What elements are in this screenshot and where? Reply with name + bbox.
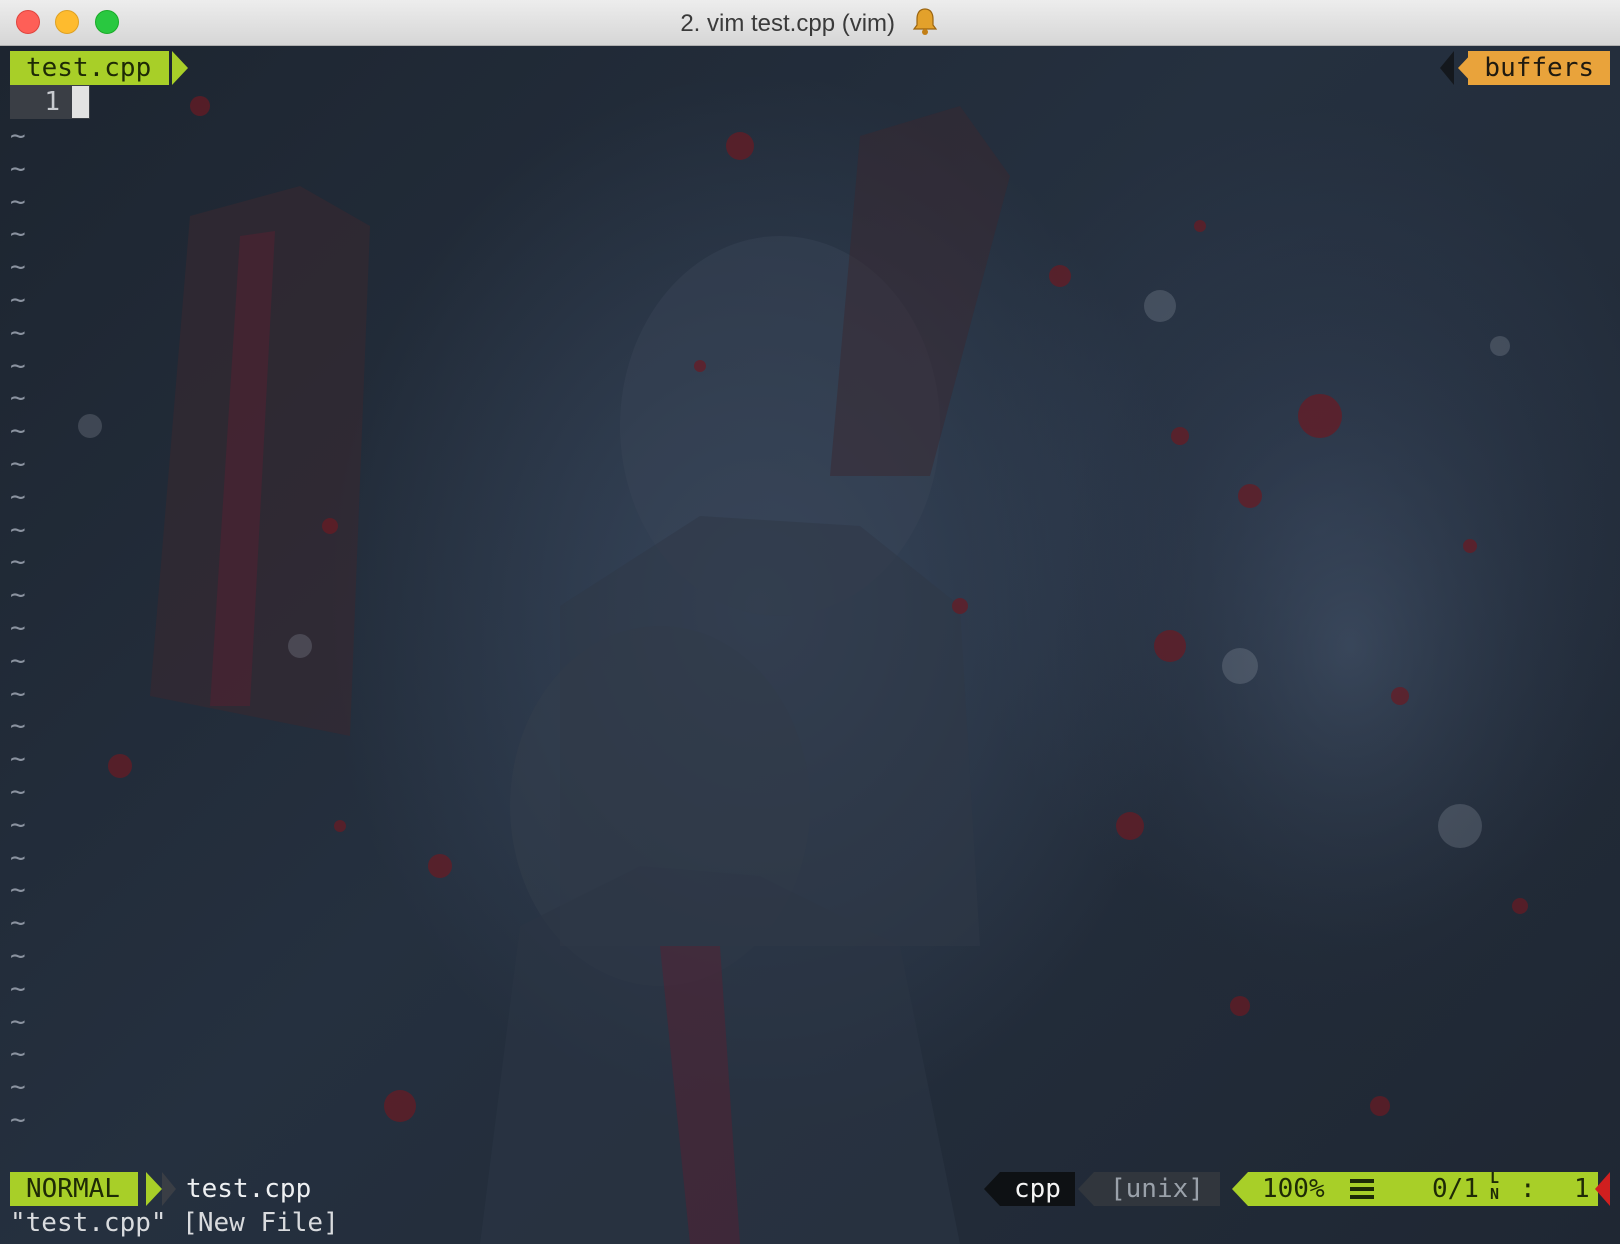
empty-line-marker: ~ — [10, 186, 26, 217]
empty-line-marker: ~ — [10, 1072, 26, 1103]
empty-line-marker: ~ — [10, 1006, 26, 1037]
window-title-container: 2. vim test.cpp (vim) — [0, 6, 1620, 38]
empty-line-marker: ~ — [10, 121, 26, 151]
status-filename: test.cpp — [186, 1174, 312, 1204]
buffers-label[interactable]: buffers — [1468, 51, 1610, 85]
terminal-window[interactable]: test.cpp buffers 1 ~ ~ ~ ~ ~ ~ ~ ~ ~ ~ ~ ~ ~ ~ ~ ~ ~ ~ ~ ~ ~… — [0, 46, 1620, 1244]
empty-line-marker: ~ — [10, 580, 26, 611]
window-title: 2. vim test.cpp (vim) — [680, 10, 896, 37]
line-number-icon: LN — [1490, 1170, 1502, 1202]
column-indicator: 0/1 — [1432, 1174, 1479, 1204]
empty-line-marker: ~ — [10, 383, 26, 414]
empty-line-marker: ~ — [10, 777, 26, 807]
empty-line-marker: ~ — [10, 219, 26, 250]
position-separator-arrow — [1232, 1172, 1248, 1206]
empty-line-marker: ~ — [10, 809, 26, 840]
warning-arrow — [1595, 1172, 1610, 1206]
line-number: 1 — [44, 87, 60, 117]
tabline-separator-arrow — [172, 51, 188, 85]
empty-line-marker: ~ — [10, 317, 26, 348]
title-bar: 2. vim test.cpp (vim) — [0, 0, 1620, 46]
empty-line-marker: ~ — [10, 1105, 26, 1135]
mode-indicator: NORMAL — [10, 1172, 138, 1206]
empty-line-marker: ~ — [10, 973, 26, 1004]
filetype-separator-arrow — [984, 1172, 1000, 1206]
text-cursor[interactable] — [72, 86, 89, 118]
empty-line-marker: ~ — [10, 908, 26, 939]
command-message: "test.cpp" [New File] — [10, 1208, 339, 1238]
empty-line-marker: ~ — [10, 153, 26, 184]
empty-line-marker: ~ — [10, 678, 26, 709]
empty-line-marker: ~ — [10, 416, 26, 447]
mode-separator-arrow — [146, 1172, 162, 1206]
cursor-position-section: 100% 0/1 LN : 1 — [1248, 1170, 1598, 1206]
filetype-label: cpp — [1000, 1172, 1075, 1206]
empty-line-marker: ~ — [10, 744, 26, 775]
mode-shadow-arrow — [162, 1172, 176, 1206]
empty-line-marker: ~ — [10, 481, 26, 512]
current-line: 1 — [1574, 1174, 1590, 1204]
bell-icon — [912, 8, 937, 35]
fileformat-separator-arrow — [1078, 1172, 1094, 1206]
tabline-file[interactable]: test.cpp — [10, 51, 170, 85]
empty-line-marker: ~ — [10, 711, 26, 742]
empty-line-marker: ~ — [10, 252, 26, 283]
empty-line-marker: ~ — [10, 350, 26, 381]
ln-icon-text: LN — [1490, 1169, 1500, 1203]
empty-line-marker: ~ — [10, 514, 26, 545]
empty-line-marker: ~ — [10, 875, 26, 906]
empty-line-marker: ~ — [10, 842, 26, 873]
empty-line-marker: ~ — [10, 645, 26, 676]
empty-line-marker: ~ — [10, 449, 26, 479]
line-separator: : — [1520, 1174, 1536, 1204]
empty-line-marker: ~ — [10, 941, 26, 971]
status-line: NORMAL test.cpp cpp [unix] 100% 0/1 LN :… — [10, 1170, 1610, 1206]
fileformat-label: [unix] — [1094, 1172, 1220, 1206]
buffers-shadow-arrow — [1440, 51, 1454, 85]
empty-line-marker: ~ — [10, 547, 26, 578]
lines-icon — [1350, 1179, 1374, 1199]
empty-line-marker: ~ — [10, 285, 26, 315]
scroll-percent: 100% — [1262, 1174, 1325, 1204]
wallpaper-image — [78, 96, 1620, 1244]
empty-line-marker: ~ — [10, 613, 26, 643]
empty-line-marker: ~ — [10, 1039, 26, 1070]
